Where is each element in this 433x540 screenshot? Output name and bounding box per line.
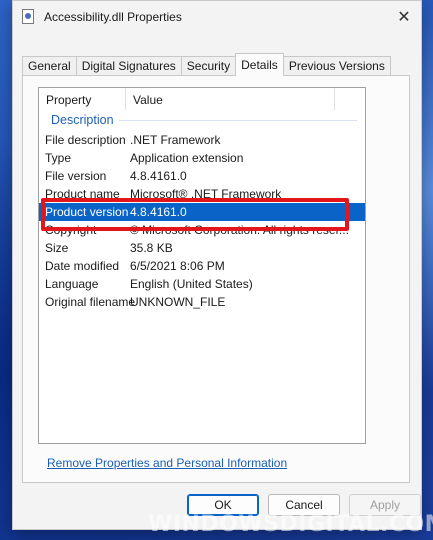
tab-previous-versions[interactable]: Previous Versions (282, 56, 391, 76)
property-value: English (United States) (130, 277, 253, 291)
property-name: File description (45, 133, 126, 147)
property-name: Date modified (45, 259, 120, 273)
properties-dialog: Accessibility.dll Properties ✕ General D… (12, 0, 422, 530)
property-value: Microsoft® .NET Framework (130, 187, 282, 201)
property-name: Type (45, 151, 72, 165)
property-value: Application extension (130, 151, 244, 165)
list-item[interactable]: File version 4.8.4161.0 (39, 167, 365, 185)
property-value: © Microsoft Corporation. All rights rese… (130, 223, 349, 237)
tab-security[interactable]: Security (180, 56, 237, 76)
cancel-button[interactable]: Cancel (268, 494, 340, 516)
list-item[interactable]: Language English (United States) (39, 275, 365, 293)
list-item[interactable]: Date modified 6/5/2021 8:06 PM (39, 257, 365, 275)
details-list[interactable]: Property Value Description File descript… (38, 87, 366, 444)
title-bar[interactable]: Accessibility.dll Properties ✕ (13, 1, 421, 32)
group-header-description: Description (39, 110, 365, 131)
window-title: Accessibility.dll Properties (44, 10, 182, 24)
property-value: 6/5/2021 8:06 PM (130, 259, 225, 273)
tab-digital-signatures[interactable]: Digital Signatures (75, 56, 182, 76)
property-value: 35.8 KB (130, 241, 173, 255)
property-name: Copyright (45, 223, 97, 237)
list-item[interactable]: Original filename UNKNOWN_FILE (39, 293, 365, 311)
list-rows: File description .NET Framework Type Applic… (39, 131, 365, 311)
property-name: Size (45, 241, 69, 255)
property-name: File version (45, 169, 107, 183)
list-header: Property Value (39, 88, 365, 110)
property-value: 4.8.4161.0 (130, 169, 187, 183)
close-icon[interactable]: ✕ (387, 1, 421, 32)
list-item[interactable]: Copyright © Microsoft Corporation. All ri… (39, 221, 365, 239)
property-name: Product version (45, 205, 129, 219)
property-value: .NET Framework (130, 133, 221, 147)
apply-button[interactable]: Apply (349, 494, 421, 516)
property-name: Original filename (45, 295, 136, 309)
column-divider[interactable] (334, 88, 335, 110)
list-item[interactable]: Product name Microsoft® .NET Framework (39, 185, 365, 203)
remove-properties-link[interactable]: Remove Properties and Personal Informati… (47, 456, 287, 470)
list-item[interactable]: Product version 4.8.4161.0 (39, 203, 365, 221)
property-name: Language (45, 277, 99, 291)
ok-button[interactable]: OK (187, 494, 259, 516)
property-name: Product name (45, 187, 120, 201)
list-item[interactable]: Size 35.8 KB (39, 239, 365, 257)
tab-details[interactable]: Details (235, 53, 284, 76)
column-divider[interactable] (125, 88, 126, 110)
file-icon (22, 9, 34, 24)
column-header-value[interactable]: Value (133, 88, 163, 110)
property-value: 4.8.4161.0 (130, 205, 187, 219)
property-value: UNKNOWN_FILE (130, 295, 226, 309)
tab-strip: General Digital Signatures Security Deta… (22, 53, 391, 76)
list-item[interactable]: Type Application extension (39, 149, 365, 167)
tab-general[interactable]: General (22, 56, 77, 76)
list-item[interactable]: File description .NET Framework (39, 131, 365, 149)
column-header-property[interactable]: Property (46, 88, 91, 110)
